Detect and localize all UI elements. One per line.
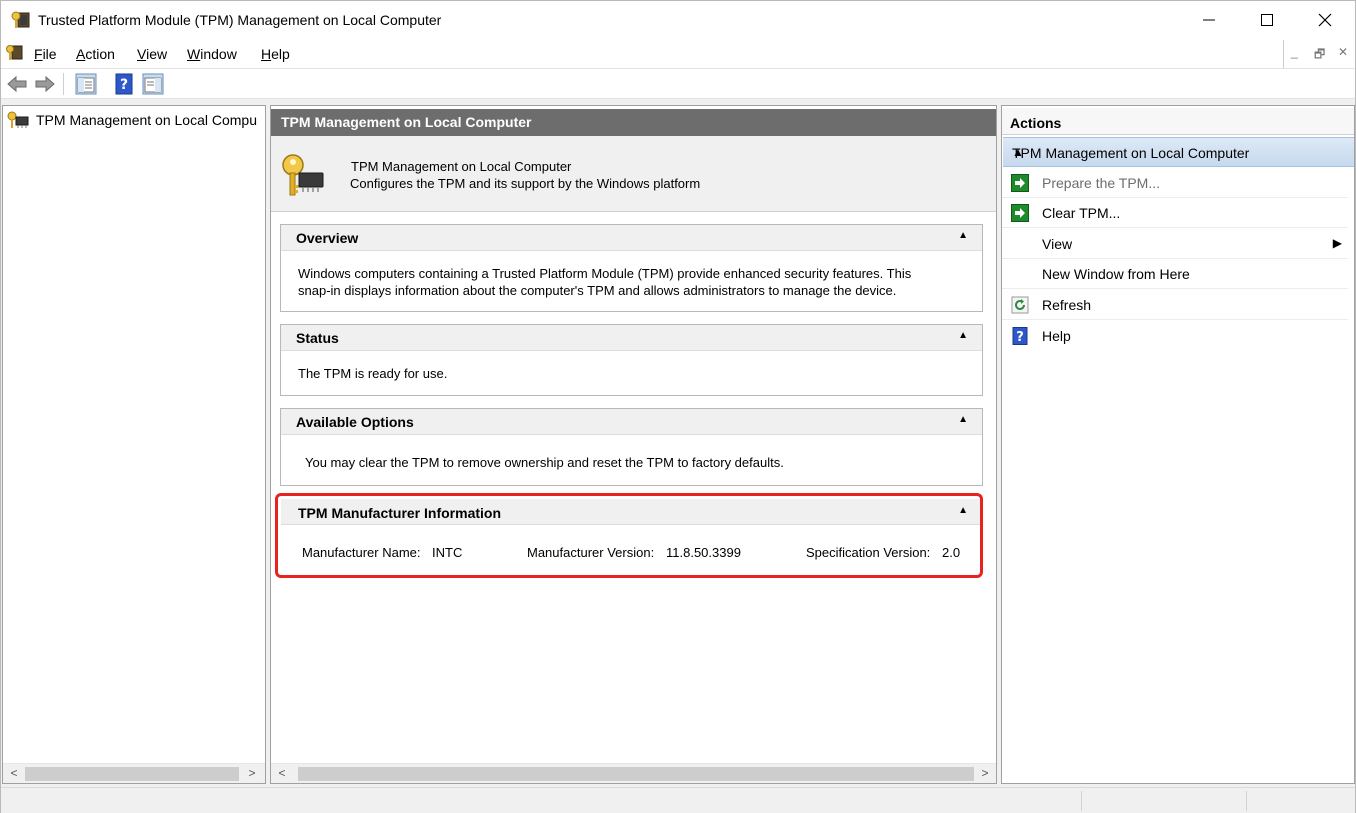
tpm-key-chip-large-icon xyxy=(282,154,324,196)
collapse-up-icon[interactable]: ▲ xyxy=(958,330,968,341)
actions-group-header[interactable]: TPM Management on Local Computer ▲ xyxy=(1003,137,1354,167)
scroll-right-button[interactable]: > xyxy=(976,766,994,780)
collapse-up-icon[interactable]: ▲ xyxy=(1012,145,1344,159)
overview-body: Windows computers containing a Trusted P… xyxy=(298,265,911,299)
action-label: Help xyxy=(1042,328,1071,344)
svg-text:?: ? xyxy=(1016,330,1024,345)
available-options-title: Available Options xyxy=(296,414,414,430)
tree-item-tpm-management[interactable]: TPM Management on Local Compu xyxy=(7,110,263,130)
help-icon: ? xyxy=(1012,327,1028,345)
status-section: Status ▲ The TPM is ready for use. xyxy=(280,324,983,396)
available-options-section-header[interactable]: Available Options ▲ xyxy=(281,409,982,435)
mdi-close-button[interactable]: ✕ xyxy=(1338,45,1348,59)
menu-view[interactable]: View xyxy=(137,46,167,62)
close-icon xyxy=(1318,13,1332,27)
minimize-button[interactable] xyxy=(1180,1,1238,40)
tree-item-label: TPM Management on Local Compu xyxy=(36,112,257,128)
status-text: The TPM is ready for use. xyxy=(298,366,448,381)
scrollbar-thumb[interactable] xyxy=(298,767,974,781)
maximize-icon xyxy=(1261,14,1273,26)
submenu-arrow-icon: ▶ xyxy=(1332,236,1342,250)
console-tree-panel: TPM Management on Local Compu < > xyxy=(2,105,266,784)
overview-section-header[interactable]: Overview ▲ xyxy=(281,225,982,251)
action-refresh[interactable]: Refresh xyxy=(1002,290,1348,320)
overview-title: Overview xyxy=(296,230,359,246)
action-label: Refresh xyxy=(1042,297,1092,313)
status-section-header[interactable]: Status ▲ xyxy=(281,325,982,351)
action-label: Prepare the TPM... xyxy=(1042,175,1161,191)
title-bar[interactable]: Trusted Platform Module (TPM) Management… xyxy=(1,1,1355,40)
action-label: View xyxy=(1042,236,1073,252)
tree-horizontal-scrollbar[interactable]: < > xyxy=(3,763,265,783)
menu-action[interactable]: Action xyxy=(76,46,115,62)
menu-file[interactable]: File xyxy=(34,46,57,62)
overview-section: Overview ▲ Windows computers containing … xyxy=(280,224,983,312)
overview-text-line: snap-in displays information about the c… xyxy=(298,283,897,298)
snapin-intro: TPM Management on Local Computer Configu… xyxy=(271,136,996,212)
run-action-icon xyxy=(1011,174,1029,192)
forward-arrow-icon[interactable] xyxy=(34,73,56,95)
svg-text:?: ? xyxy=(120,77,128,93)
scrollbar-thumb[interactable] xyxy=(25,767,239,781)
status-bar-divider xyxy=(1081,791,1082,811)
minimize-icon xyxy=(1203,19,1215,21)
available-options-text: You may clear the TPM to remove ownershi… xyxy=(305,455,784,470)
scroll-left-button[interactable]: < xyxy=(5,766,23,780)
menu-help[interactable]: Help xyxy=(261,46,290,62)
actions-title-bar: Actions xyxy=(1002,108,1354,135)
mmc-window: Trusted Platform Module (TPM) Management… xyxy=(0,0,1356,813)
results-header-title: TPM Management on Local Computer xyxy=(281,114,532,130)
menu-window[interactable]: Window xyxy=(187,46,237,62)
menu-bar: File Action View Window Help _ 🗗 ✕ xyxy=(1,40,1355,68)
tpm-key-chip-icon xyxy=(7,111,29,128)
highlight-box xyxy=(275,493,983,578)
mdi-restore-button[interactable]: 🗗 xyxy=(1314,45,1325,66)
action-label: New Window from Here xyxy=(1042,266,1190,282)
actions-title: Actions xyxy=(1010,115,1062,131)
action-clear-tpm[interactable]: Clear TPM... xyxy=(1002,198,1348,228)
results-horizontal-scrollbar[interactable]: < > xyxy=(271,763,996,783)
scroll-left-button[interactable]: < xyxy=(273,766,291,780)
results-header: TPM Management on Local Computer xyxy=(271,109,996,136)
tpm-system-menu-icon[interactable] xyxy=(6,44,24,62)
action-help[interactable]: ? Help xyxy=(1002,321,1348,351)
refresh-icon xyxy=(1011,296,1029,314)
overview-text-line: Windows computers containing a Trusted P… xyxy=(298,266,912,281)
scroll-right-button[interactable]: > xyxy=(243,766,261,780)
action-view[interactable]: View ▶ xyxy=(1002,229,1348,259)
close-button[interactable] xyxy=(1296,1,1354,40)
action-new-window[interactable]: New Window from Here xyxy=(1002,259,1348,289)
collapse-up-icon[interactable]: ▲ xyxy=(958,230,968,241)
toolbar-separator xyxy=(63,73,64,95)
actions-pane: Actions TPM Management on Local Computer… xyxy=(1001,105,1355,784)
tpm-app-icon xyxy=(11,11,30,28)
help-icon[interactable]: ? xyxy=(113,73,135,95)
maximize-button[interactable] xyxy=(1238,1,1296,40)
toolbar: ? xyxy=(1,68,1355,99)
collapse-up-icon[interactable]: ▲ xyxy=(958,414,968,425)
show-hide-action-pane-icon[interactable] xyxy=(142,73,164,95)
status-title: Status xyxy=(296,330,339,346)
action-label: Clear TPM... xyxy=(1042,205,1121,221)
status-bar xyxy=(1,787,1355,813)
window-title: Trusted Platform Module (TPM) Management… xyxy=(38,12,442,28)
show-hide-console-tree-icon[interactable] xyxy=(75,73,97,95)
action-prepare-tpm[interactable]: Prepare the TPM... xyxy=(1002,168,1348,198)
intro-description: Configures the TPM and its support by th… xyxy=(350,176,701,191)
results-panel: TPM Management on Local Computer TPM Man… xyxy=(270,105,997,784)
mdi-controls: _ 🗗 ✕ xyxy=(1283,40,1355,68)
run-action-icon xyxy=(1011,204,1029,222)
mdi-minimize-button[interactable]: _ xyxy=(1291,45,1298,59)
available-options-section: Available Options ▲ You may clear the TP… xyxy=(280,408,983,486)
back-arrow-icon[interactable] xyxy=(6,73,28,95)
intro-title: TPM Management on Local Computer xyxy=(351,159,572,174)
status-bar-divider xyxy=(1246,791,1247,811)
